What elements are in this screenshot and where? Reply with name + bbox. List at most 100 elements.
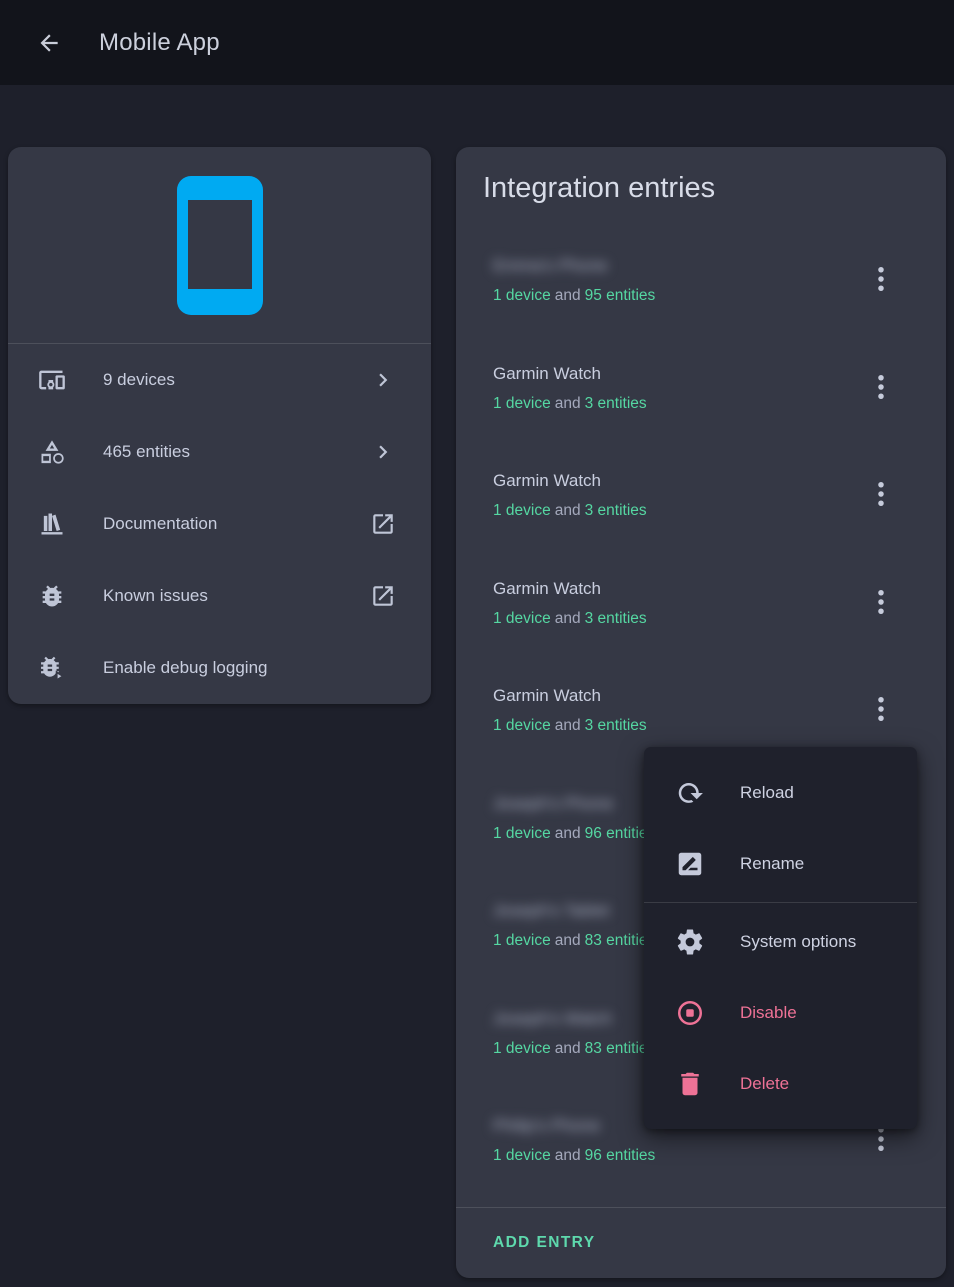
entry-devices-link[interactable]: 1 device <box>493 825 551 842</box>
entry-subtitle-joiner: and <box>555 1040 581 1057</box>
entry-devices-link[interactable]: 1 device <box>493 610 551 627</box>
integration-link-label: Documentation <box>103 514 370 534</box>
entry-menu-button[interactable] <box>857 255 905 303</box>
integration-entry-row: Garmin Watch 1 deviceand3 entities <box>456 455 946 563</box>
integration-link-row[interactable]: Known issues <box>8 560 431 632</box>
entry-entities-link[interactable]: 95 entities <box>585 287 656 304</box>
dots-vertical-icon <box>866 372 896 402</box>
reload-icon <box>675 778 705 808</box>
entry-name: Emma's Phone <box>493 254 608 278</box>
integration-logo-area <box>8 147 431 344</box>
entry-name: Joseph's Tablet <box>493 899 609 923</box>
entry-devices-link[interactable]: 1 device <box>493 502 551 519</box>
cellphone-icon <box>177 176 263 315</box>
entry-subtitle-joiner: and <box>555 1147 581 1164</box>
entry-menu-button[interactable] <box>857 685 905 733</box>
integration-link-row[interactable]: Enable debug logging <box>8 632 431 704</box>
entries-card-footer: ADD ENTRY <box>456 1207 946 1278</box>
menu-item-delete[interactable]: Delete <box>644 1048 917 1119</box>
entry-name: Garmin Watch <box>493 577 601 601</box>
integration-entry-row: Emma's Phone 1 deviceand95 entities <box>456 240 946 348</box>
stop-circle-icon <box>675 998 705 1028</box>
menu-divider <box>644 902 917 903</box>
entry-devices-link[interactable]: 1 device <box>493 717 551 734</box>
entry-name: Garmin Watch <box>493 469 601 493</box>
entry-menu-button[interactable] <box>857 470 905 518</box>
entry-entities-link[interactable]: 3 entities <box>585 502 647 519</box>
bookshelf-icon <box>38 510 66 538</box>
entry-subtitle-joiner: and <box>555 287 581 304</box>
dots-vertical-icon <box>866 479 896 509</box>
chevron-right-icon <box>370 367 396 393</box>
entry-devices-link[interactable]: 1 device <box>493 1040 551 1057</box>
entry-subtitle: 1 deviceand3 entities <box>493 500 856 522</box>
entry-menu-button[interactable] <box>857 578 905 626</box>
entry-devices-link[interactable]: 1 device <box>493 932 551 949</box>
back-button[interactable] <box>34 28 64 58</box>
page-title: Mobile App <box>99 29 220 57</box>
integration-entry-row: Garmin Watch 1 deviceand3 entities <box>456 563 946 671</box>
entry-subtitle-joiner: and <box>555 502 581 519</box>
entry-subtitle: 1 deviceand3 entities <box>493 608 856 630</box>
menu-item-label: System options <box>740 932 856 952</box>
integration-link-row[interactable]: 465 entities <box>8 416 431 488</box>
integration-links-list: 9 devices 465 entities Documentation Known … <box>8 344 431 704</box>
add-entry-button[interactable]: ADD ENTRY <box>493 1234 595 1252</box>
integration-link-label: 9 devices <box>103 370 370 390</box>
dots-vertical-icon <box>866 694 896 724</box>
entry-devices-link[interactable]: 1 device <box>493 287 551 304</box>
dots-vertical-icon <box>866 587 896 617</box>
entry-subtitle-joiner: and <box>555 395 581 412</box>
menu-item-reload[interactable]: Reload <box>644 757 917 828</box>
entry-name: Joseph's Watch <box>493 1007 612 1031</box>
entry-devices-link[interactable]: 1 device <box>493 1147 551 1164</box>
bug-icon <box>38 582 66 610</box>
integration-link-row[interactable]: 9 devices <box>8 344 431 416</box>
delete-icon <box>675 1069 705 1099</box>
entry-subtitle-joiner: and <box>555 932 581 949</box>
entry-subtitle: 1 deviceand3 entities <box>493 393 856 415</box>
entry-subtitle: 1 deviceand3 entities <box>493 715 856 737</box>
rename-box-icon <box>675 849 705 879</box>
entry-subtitle-joiner: and <box>555 825 581 842</box>
menu-item-disable[interactable]: Disable <box>644 977 917 1048</box>
entry-context-menu: Reload Rename System options Disable Delete <box>644 747 917 1129</box>
bug-play-icon <box>38 654 66 682</box>
menu-item-label: Disable <box>740 1003 797 1023</box>
entry-name: Philip's Phone <box>493 1114 600 1138</box>
integration-link-label: Enable debug logging <box>103 658 396 678</box>
integration-info-card: 9 devices 465 entities Documentation Known … <box>8 147 431 704</box>
menu-item-label: Reload <box>740 783 794 803</box>
menu-item-label: Rename <box>740 854 804 874</box>
integration-link-row[interactable]: Documentation <box>8 488 431 560</box>
app-header: Mobile App <box>0 0 954 85</box>
dots-vertical-icon <box>866 264 896 294</box>
entry-name: Garmin Watch <box>493 684 601 708</box>
entry-entities-link[interactable]: 3 entities <box>585 610 647 627</box>
entry-subtitle-joiner: and <box>555 717 581 734</box>
integration-entry-row: Garmin Watch 1 deviceand3 entities <box>456 348 946 456</box>
chevron-right-icon <box>370 439 396 465</box>
open-in-new-icon <box>370 511 396 537</box>
entry-entities-link[interactable]: 3 entities <box>585 395 647 412</box>
entry-subtitle: 1 deviceand96 entities <box>493 1145 856 1167</box>
menu-item-label: Delete <box>740 1074 789 1094</box>
menu-item-rename[interactable]: Rename <box>644 828 917 899</box>
arrow-left-icon <box>36 30 62 56</box>
menu-item-system-options[interactable]: System options <box>644 906 917 977</box>
entry-entities-link[interactable]: 96 entities <box>585 1147 656 1164</box>
entry-entities-link[interactable]: 3 entities <box>585 717 647 734</box>
entry-subtitle-joiner: and <box>555 610 581 627</box>
integration-link-label: Known issues <box>103 586 370 606</box>
entry-menu-button[interactable] <box>857 363 905 411</box>
devices-icon <box>38 366 66 394</box>
entry-devices-link[interactable]: 1 device <box>493 395 551 412</box>
entry-name: Joseph's Phone <box>493 792 613 816</box>
shape-outline-icon <box>38 438 66 466</box>
entry-subtitle: 1 deviceand95 entities <box>493 285 856 307</box>
integration-link-label: 465 entities <box>103 442 370 462</box>
entry-name: Garmin Watch <box>493 362 601 386</box>
open-in-new-icon <box>370 583 396 609</box>
cog-icon <box>675 927 705 957</box>
entries-card-title: Integration entries <box>456 147 946 205</box>
